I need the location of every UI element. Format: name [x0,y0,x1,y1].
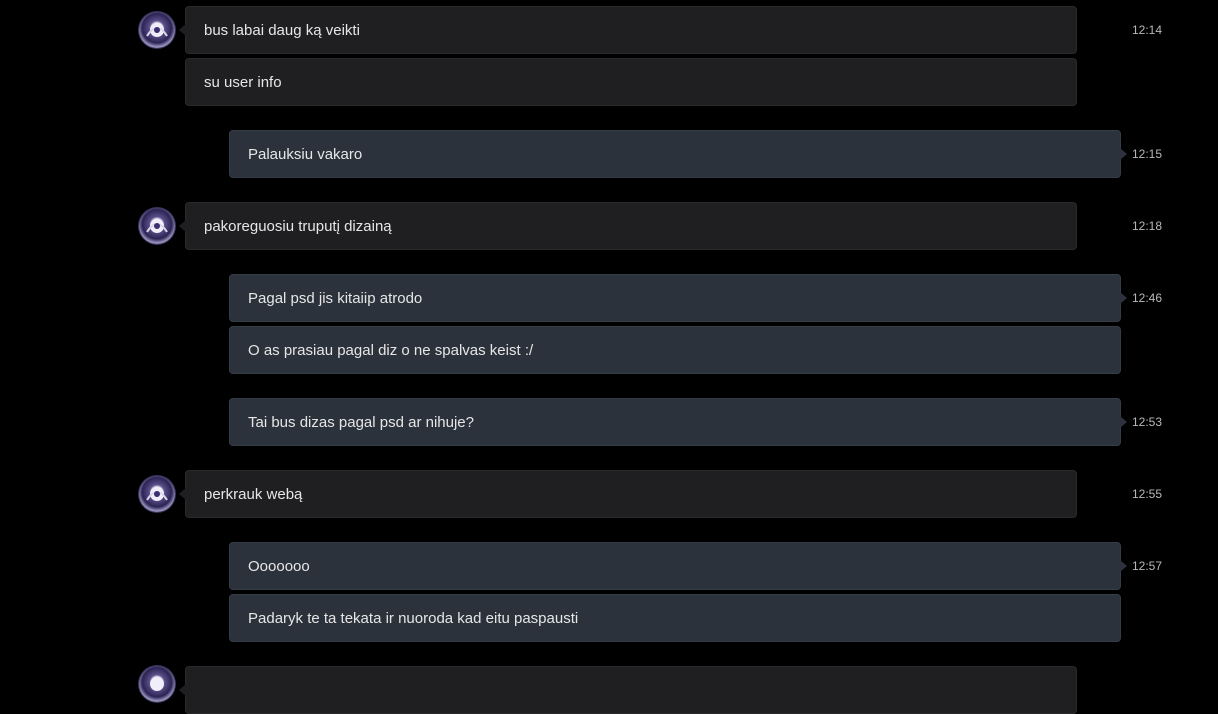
message-text: pakoreguosiu truputį dizainą [204,217,392,235]
message-timestamp: 12:14 [1132,23,1163,37]
message-timestamp: 12:46 [1132,291,1163,305]
message-text: Padaryk te ta tekata ir nuoroda kad eitu… [248,609,579,627]
message-text: O as prasiau pagal diz o ne spalvas keis… [248,341,534,359]
message-text: Palauksiu vakaro [248,145,363,163]
message-timestamp: 12:15 [1132,147,1163,161]
message-bubble-outgoing[interactable]: Ooooooo [229,542,1127,590]
message-bubble-outgoing[interactable]: Padaryk te ta tekata ir nuoroda kad eitu… [229,594,1121,642]
message-text: Ooooooo [248,557,310,575]
message-text: su user info [204,73,282,91]
message-bubble-incoming[interactable] [179,666,1077,714]
contact-avatar-icon[interactable] [139,12,175,48]
message-timestamp: 12:53 [1132,415,1163,429]
message-text: Pagal psd jis kitaiip atrodo [248,289,423,307]
contact-avatar-icon[interactable] [139,476,175,512]
message-bubble-outgoing[interactable]: Tai bus dizas pagal psd ar nihuje? [229,398,1127,446]
message-bubble-incoming[interactable]: perkrauk webą [179,470,1077,518]
message-bubble-outgoing[interactable]: Palauksiu vakaro [229,130,1127,178]
message-bubble-incoming[interactable]: bus labai daug ką veikti [179,6,1077,54]
message-timestamp: 12:55 [1132,487,1163,501]
contact-avatar-icon[interactable] [139,208,175,244]
message-text: Tai bus dizas pagal psd ar nihuje? [248,413,474,431]
message-bubble-incoming[interactable]: pakoreguosiu truputį dizainą [179,202,1077,250]
message-bubble-outgoing[interactable]: Pagal psd jis kitaiip atrodo [229,274,1127,322]
message-bubble-outgoing[interactable]: O as prasiau pagal diz o ne spalvas keis… [229,326,1121,374]
message-timestamp: 12:57 [1132,559,1163,573]
message-text: perkrauk webą [204,485,303,503]
message-timestamp: 12:18 [1132,219,1163,233]
message-bubble-incoming[interactable]: su user info [185,58,1077,106]
message-text: bus labai daug ką veikti [204,21,360,39]
contact-avatar-icon[interactable] [139,666,175,702]
